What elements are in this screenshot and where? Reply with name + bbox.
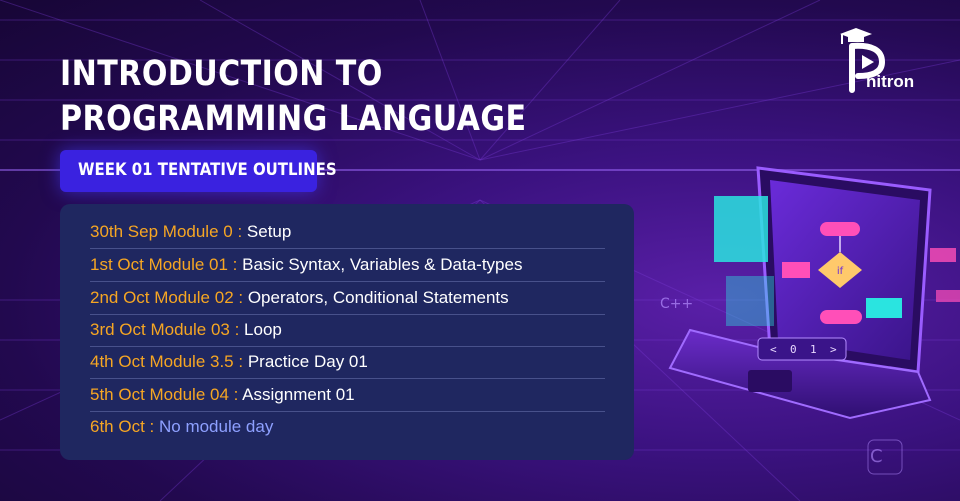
outline-desc: Assignment 01 xyxy=(242,385,355,404)
key-label: 1 xyxy=(810,343,817,356)
banner: INTRODUCTION TO PROGRAMMING LANGUAGE WEE… xyxy=(0,0,960,501)
key-label: > xyxy=(830,343,837,356)
outline-row: 3rd Oct Module 03 : Loop xyxy=(90,314,605,347)
if-label: if xyxy=(837,266,844,277)
c-text: C xyxy=(870,446,883,467)
outline-row: 6th Oct : No module day xyxy=(90,411,605,443)
outline-desc: Loop xyxy=(244,320,282,339)
outline-row: 4th Oct Module 3.5 : Practice Day 01 xyxy=(90,346,605,379)
outline-label: 4th Oct Module 3.5 : xyxy=(90,352,244,371)
outline-label: 2nd Oct Module 02 : xyxy=(90,288,244,307)
outline-row: 30th Sep Module 0 : Setup xyxy=(90,216,605,249)
outline-row: 2nd Oct Module 02 : Operators, Condition… xyxy=(90,282,605,315)
cpp-text: C++ xyxy=(660,296,693,312)
key-label: 0 xyxy=(790,343,797,356)
title-line: PROGRAMMING LANGUAGE xyxy=(60,99,527,139)
title-line: INTRODUCTION TO xyxy=(60,54,383,94)
outline-label: 6th Oct : xyxy=(90,417,155,436)
outline-row: 5th Oct Module 04 : Assignment 01 xyxy=(90,379,605,412)
outline-desc: Operators, Conditional Statements xyxy=(247,288,509,307)
outline-label: 30th Sep Module 0 : xyxy=(90,222,243,241)
outline-desc: Setup xyxy=(246,222,292,241)
brand-name: hitron xyxy=(866,72,915,91)
outline-desc: Basic Syntax, Variables & Data-types xyxy=(242,255,523,274)
outline-desc: No module day xyxy=(158,417,274,436)
week-badge: WEEK 01 TENTATIVE OUTLINES xyxy=(60,150,337,192)
brand-logo: hitron xyxy=(838,24,938,96)
outline-label: 3rd Oct Module 03 : xyxy=(90,320,240,339)
outline-desc: Practice Day 01 xyxy=(247,352,368,371)
outline-row: 1st Oct Module 01 : Basic Syntax, Variab… xyxy=(90,249,605,282)
laptop-illustration: if < 0 1 > C++ C xyxy=(660,166,960,475)
page-title: INTRODUCTION TO PROGRAMMING LANGUAGE xyxy=(60,52,527,142)
outline-label: 5th Oct Module 04 : xyxy=(90,385,239,404)
outline-card: 30th Sep Module 0 : Setup 1st Oct Module… xyxy=(60,204,634,460)
outline-label: 1st Oct Module 01 : xyxy=(90,255,238,274)
key-label: < xyxy=(770,343,777,356)
week-badge-label: WEEK 01 TENTATIVE OUTLINES xyxy=(78,160,337,180)
